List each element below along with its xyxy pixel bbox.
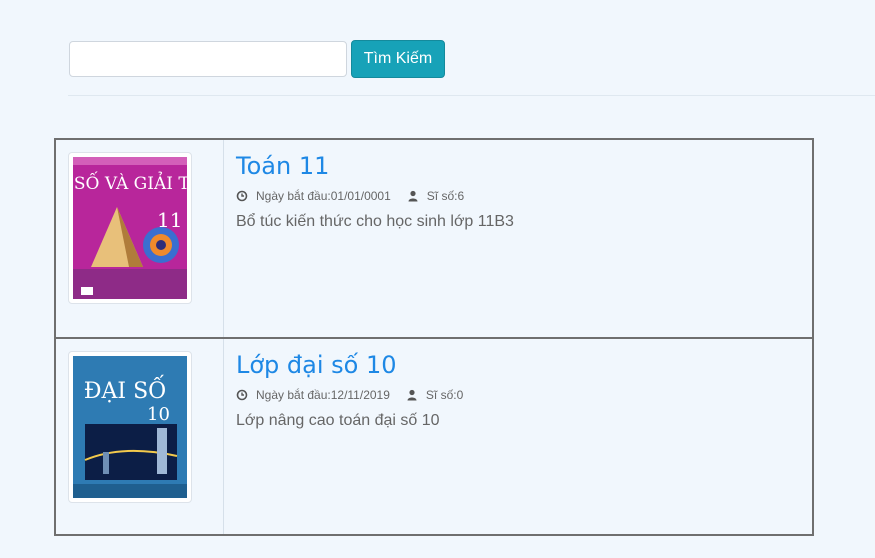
start-date-value: 01/01/0001	[330, 189, 391, 203]
course-description: Lớp nâng cao toán đại số 10	[236, 412, 440, 429]
start-date-value: 12/11/2019	[330, 388, 390, 402]
book-cover-image: ĐẠI SỐ 10	[73, 356, 187, 498]
start-date-label: Ngày bắt đầu:	[256, 189, 331, 203]
cover-grade-1: 11	[157, 208, 182, 232]
divider	[68, 95, 875, 96]
cover-grade-2: 10	[147, 404, 170, 425]
course-thumbnail[interactable]: ĐẠI SỐ 10	[68, 351, 192, 503]
thumbnail-cell: ĐẠI SỐ 10	[56, 339, 224, 534]
search-bar: Tìm Kiếm	[69, 40, 445, 78]
cover-heading-1: ĐẠI SỐ VÀ GIẢI TÍCH	[73, 171, 187, 194]
course-thumbnail[interactable]: ĐẠI SỐ VÀ GIẢI TÍCH 11	[68, 152, 192, 304]
user-icon	[408, 190, 418, 202]
book-cover-image: ĐẠI SỐ VÀ GIẢI TÍCH 11	[73, 157, 187, 299]
course-table: ĐẠI SỐ VÀ GIẢI TÍCH 11 Toán 11	[54, 138, 814, 536]
course-meta: Ngày bắt đầu: 01/01/0001 Sĩ số: 6	[236, 188, 796, 204]
search-input[interactable]	[69, 41, 347, 77]
course-title[interactable]: Toán 11	[236, 152, 329, 180]
course-description: Bổ túc kiến thức cho học sinh lớp 11B3	[236, 213, 514, 230]
search-button[interactable]: Tìm Kiếm	[351, 40, 445, 78]
course-meta: Ngày bắt đầu: 12/11/2019 Sĩ số: 0	[236, 387, 796, 403]
table-row: ĐẠI SỐ 10 Lớp đại số 10 Ngày bắt đầu: 12…	[56, 339, 812, 534]
count-label: Sĩ số:	[425, 388, 457, 402]
user-icon	[407, 389, 417, 401]
clock-icon	[236, 389, 248, 401]
table-row: ĐẠI SỐ VÀ GIẢI TÍCH 11 Toán 11	[56, 140, 812, 339]
count-value: 6	[457, 189, 465, 203]
start-date-label: Ngày bắt đầu:	[256, 388, 331, 402]
thumbnail-cell: ĐẠI SỐ VÀ GIẢI TÍCH 11	[56, 140, 224, 337]
cover-heading-2: ĐẠI SỐ	[84, 374, 166, 404]
clock-icon	[236, 190, 248, 202]
count-label: Sĩ số:	[426, 189, 458, 203]
course-info: Lớp đại số 10 Ngày bắt đầu: 12/11/2019 S…	[236, 351, 796, 431]
count-value: 0	[456, 388, 464, 402]
course-info: Toán 11 Ngày bắt đầu: 01/01/0001 Sĩ số: …	[236, 152, 796, 232]
course-title[interactable]: Lớp đại số 10	[236, 351, 397, 379]
